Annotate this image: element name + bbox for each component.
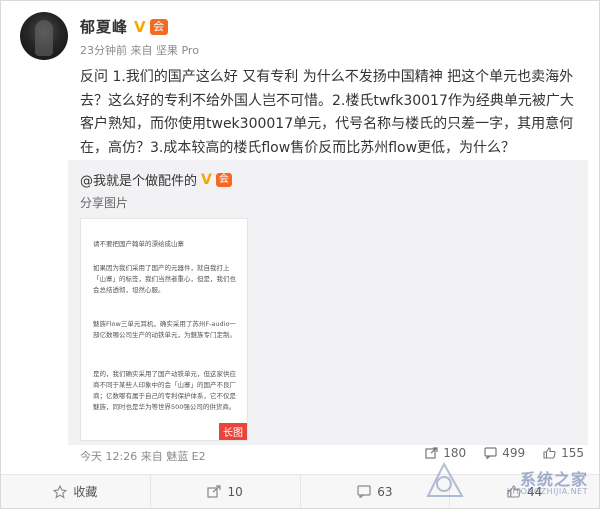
share-icon — [207, 485, 222, 498]
image-line: 如果因为我们采用了国产的元器件，就自我打上「山寨」的标签，我们当然者重心，但是，… — [93, 264, 236, 294]
forward-button[interactable]: 10 — [151, 475, 301, 508]
watermark-sub: XITONGZHIJIA.NET — [506, 487, 588, 496]
repost-meta: 今天 12:26 来自 魅蓝 E2 — [80, 450, 206, 463]
repost-box[interactable]: @我就是个做配件的 V 会 分享图片 请不要把国产翰单的漂给成山寨 如果因为我们… — [68, 160, 588, 445]
comment-icon — [357, 485, 371, 498]
member-icon: 会 — [149, 18, 168, 35]
long-image-thumbnail[interactable]: 请不要把国产翰单的漂给成山寨 如果因为我们采用了国产的元器件，就自我打上「山寨」… — [80, 218, 248, 441]
repost-counts: 180 499 155 — [407, 446, 584, 460]
author-name[interactable]: 郁夏峰 — [80, 16, 128, 37]
favorite-label: 收藏 — [73, 485, 98, 499]
comment-icon — [484, 447, 497, 459]
star-icon — [53, 484, 68, 499]
repost-author-link[interactable]: @我就是个做配件的 — [80, 170, 197, 189]
post-text: 反问 1.我们的国产这么好 又有专利 为什么不发扬中国精神 把这个单元也卖海外去… — [80, 69, 574, 156]
image-line: 请不要把国产翰单的漂给成山寨 — [93, 240, 184, 248]
image-line: 是的，我们确实采用了国产动铁单元，但这家供应商不同于某些人印象中的会「山寨」的国… — [93, 370, 236, 411]
comment-count[interactable]: 499 — [484, 446, 525, 460]
verified-icon: V — [134, 17, 146, 36]
favorite-button[interactable]: 收藏 — [1, 475, 151, 508]
post-meta: 23分钟前 来自 坚果 Pro — [80, 44, 199, 57]
long-image-tag: 长图 — [219, 423, 247, 440]
share-label: 分享图片 — [80, 196, 129, 210]
like-count-value: 155 — [561, 446, 584, 460]
repost-author-row: @我就是个做配件的 V 会 — [80, 170, 232, 189]
forward-count: 10 — [227, 484, 243, 499]
member-icon: 会 — [215, 172, 232, 187]
like-count[interactable]: 155 — [543, 446, 584, 460]
avatar[interactable] — [20, 12, 68, 60]
author-row: 郁夏峰 V 会 — [80, 16, 168, 37]
comment-count-value: 499 — [502, 446, 526, 460]
thumbs-up-icon — [543, 447, 556, 459]
avatar-silhouette — [35, 20, 53, 56]
share-count-value: 180 — [443, 446, 467, 460]
verified-icon: V — [201, 171, 212, 188]
comment-button[interactable]: 63 — [301, 475, 451, 508]
image-line: 魅族Flow三单元耳机，确实采用了苏州F-audio一部亿数哪公司生产的动铁单元… — [93, 320, 236, 339]
share-icon — [425, 447, 438, 459]
share-count[interactable]: 180 — [425, 446, 466, 460]
comment-count: 63 — [377, 484, 393, 499]
